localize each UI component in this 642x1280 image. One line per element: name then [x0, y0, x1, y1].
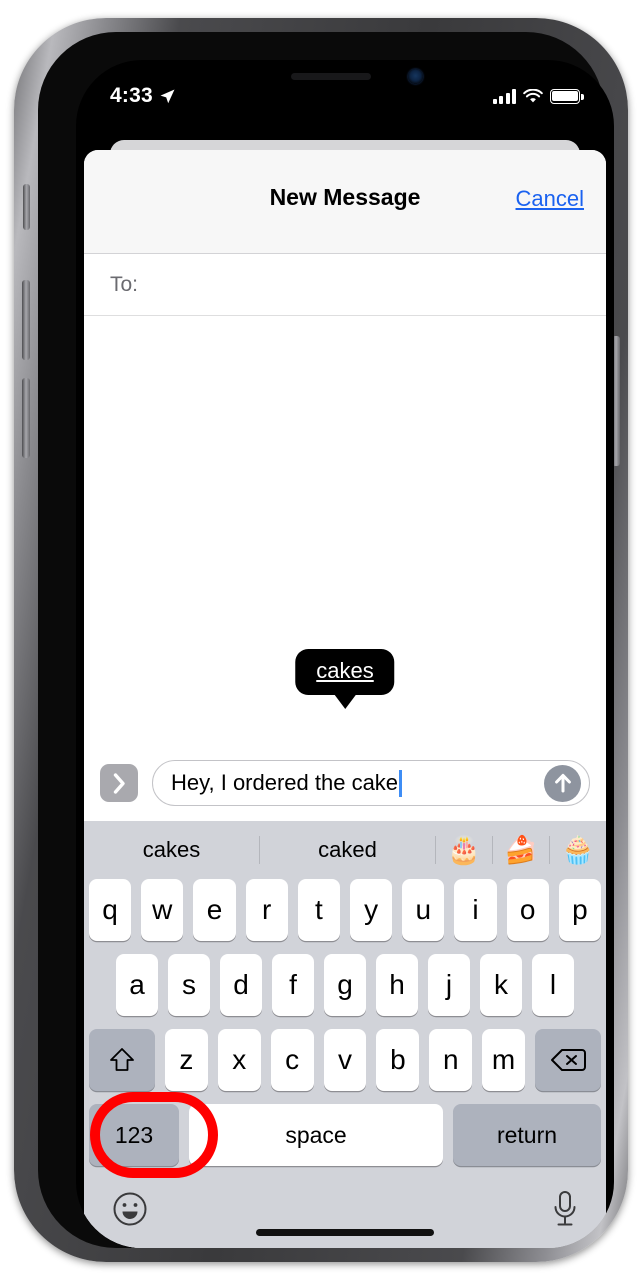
key-g[interactable]: g — [324, 954, 366, 1016]
display-notch — [229, 60, 461, 94]
key-o[interactable]: o — [506, 879, 549, 941]
space-key[interactable]: space — [189, 1104, 443, 1166]
shift-arrow-glyph — [110, 1048, 134, 1071]
key-k[interactable]: k — [480, 954, 522, 1016]
earpiece-speaker-icon — [291, 73, 371, 80]
backspace-delete-icon[interactable] — [535, 1029, 602, 1091]
autocorrect-suggestion-text: cakes — [316, 658, 374, 683]
keyboard-row-2: a s d f g h j k l — [84, 954, 606, 1016]
numeric-keyboard-button[interactable]: 123 — [89, 1104, 179, 1166]
volume-down-button[interactable] — [22, 378, 30, 458]
key-l[interactable]: l — [532, 954, 574, 1016]
status-bar-right — [492, 88, 584, 104]
new-message-sheet: New Message Cancel To: cakes Hey, I orde… — [84, 150, 606, 1248]
autocorrect-suggestion-tooltip[interactable]: cakes — [295, 649, 395, 695]
status-bar-left: 4:33 — [110, 84, 176, 108]
on-screen-keyboard: cakes caked 🎂 🍰 🧁 q w e r t y u i o p a … — [84, 821, 606, 1248]
mute-switch[interactable] — [23, 184, 30, 230]
shortcake-emoji[interactable]: 🍰 — [493, 836, 549, 864]
key-c[interactable]: c — [270, 1029, 314, 1091]
volume-up-button[interactable] — [22, 280, 30, 360]
key-j[interactable]: j — [428, 954, 470, 1016]
recipient-field-row[interactable]: To: — [84, 254, 606, 316]
phone-screen: 4:33 New Message Cancel To: cakes Hey, I… — [76, 60, 614, 1248]
shift-arrow-icon[interactable] — [89, 1029, 155, 1091]
key-u[interactable]: u — [402, 879, 445, 941]
smiley-face-glyph — [113, 1192, 147, 1225]
key-d[interactable]: d — [220, 954, 262, 1016]
key-w[interactable]: w — [141, 879, 184, 941]
predictive-word-0[interactable]: cakes — [84, 837, 259, 863]
key-m[interactable]: m — [482, 1029, 526, 1091]
key-x[interactable]: x — [217, 1029, 261, 1091]
key-y[interactable]: y — [350, 879, 393, 941]
keyboard-bottom-bar — [84, 1174, 606, 1248]
navigation-bar: New Message Cancel — [84, 150, 606, 254]
cupcake-emoji[interactable]: 🧁 — [550, 836, 606, 864]
message-input[interactable]: Hey, I ordered the cake — [152, 760, 590, 806]
birthday-cake-emoji[interactable]: 🎂 — [436, 836, 492, 864]
predictive-text-bar: cakes caked 🎂 🍰 🧁 — [84, 821, 606, 879]
chevron-right-glyph — [113, 772, 125, 794]
location-arrow-icon — [160, 89, 175, 103]
microphone-icon[interactable] — [552, 1190, 578, 1233]
key-t[interactable]: t — [297, 879, 340, 941]
key-z[interactable]: z — [165, 1029, 208, 1091]
key-f[interactable]: f — [272, 954, 314, 1016]
phone-bezel: 4:33 New Message Cancel To: cakes Hey, I… — [38, 32, 614, 1248]
status-time: 4:33 — [110, 84, 153, 107]
return-key[interactable]: return — [453, 1104, 601, 1166]
predictive-emoji-group: 🎂 🍰 🧁 — [435, 836, 606, 864]
chevron-right-icon[interactable] — [100, 764, 138, 802]
compose-bar: Hey, I ordered the cake — [84, 753, 606, 821]
conversation-body: cakes — [84, 316, 606, 753]
key-a[interactable]: a — [116, 954, 158, 1016]
smiley-face-icon[interactable] — [112, 1191, 148, 1232]
keyboard-row-3: z x c v b n m — [84, 1029, 606, 1091]
battery-full-icon — [550, 88, 584, 104]
home-indicator[interactable] — [256, 1229, 434, 1236]
message-input-value: Hey, I ordered the cake — [171, 770, 399, 795]
predictive-word-1[interactable]: caked — [260, 837, 435, 863]
key-q[interactable]: q — [88, 879, 132, 941]
send-button[interactable] — [544, 764, 581, 802]
microphone-glyph — [554, 1190, 576, 1225]
cellular-signal-icon — [492, 88, 516, 104]
text-cursor — [399, 769, 403, 797]
key-h[interactable]: h — [376, 954, 418, 1016]
key-v[interactable]: v — [323, 1029, 367, 1091]
key-b[interactable]: b — [376, 1029, 420, 1091]
phone-frame: 4:33 New Message Cancel To: cakes Hey, I… — [14, 18, 628, 1262]
key-e[interactable]: e — [193, 879, 236, 941]
key-r[interactable]: r — [245, 879, 288, 941]
cancel-button[interactable]: Cancel — [516, 186, 584, 212]
key-s[interactable]: s — [168, 954, 210, 1016]
keyboard-row-4: 123 space return — [84, 1092, 606, 1178]
key-i[interactable]: i — [454, 879, 497, 941]
to-label: To: — [110, 272, 139, 296]
front-camera-icon — [408, 69, 423, 84]
wifi-icon — [523, 88, 543, 102]
backspace-delete-glyph — [551, 1049, 587, 1071]
key-n[interactable]: n — [429, 1029, 473, 1091]
arrow-up-icon — [554, 773, 571, 793]
key-p[interactable]: p — [558, 879, 602, 941]
keyboard-row-1: q w e r t y u i o p — [84, 879, 606, 941]
